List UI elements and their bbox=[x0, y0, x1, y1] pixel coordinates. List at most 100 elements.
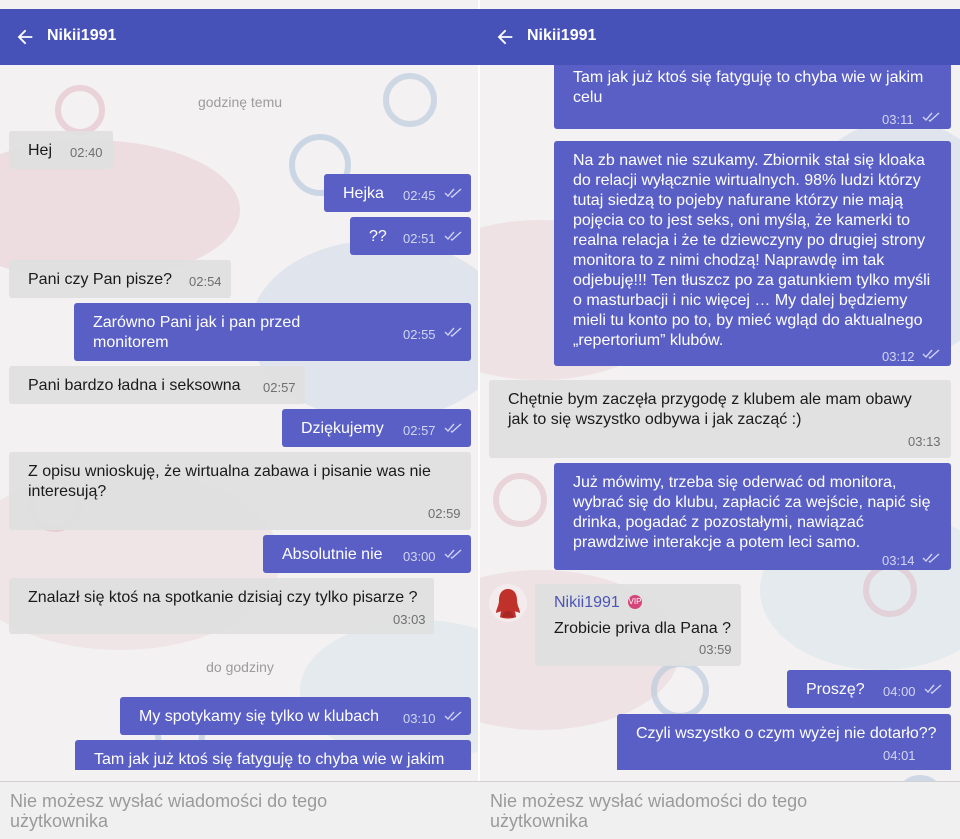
message-text: Proszę? bbox=[806, 681, 865, 698]
message-text: do relacji wyłącznie wirtualnych. 98% lu… bbox=[573, 172, 921, 189]
message-list[interactable]: Tam jak już ktoś się fatyguję to chyba w… bbox=[480, 65, 960, 770]
message-outgoing[interactable]: My spotykamy się tylko w klubach 03:10 bbox=[120, 697, 471, 735]
chat-header: Nikii1991 bbox=[480, 9, 960, 65]
message-time: 02:45 bbox=[403, 188, 436, 203]
message-time: 03:03 bbox=[393, 612, 426, 627]
message-time: 03:59 bbox=[699, 642, 732, 657]
double-check-icon bbox=[444, 711, 462, 721]
message-time: 03:00 bbox=[403, 549, 436, 564]
message-input-bar: Nie możesz wysłać wiadomości do tego uży… bbox=[0, 781, 480, 839]
message-text: Hej bbox=[28, 142, 53, 159]
message-time: 02:51 bbox=[403, 231, 436, 246]
message-list[interactable]: godzinę temu Hej 02:40 Hejka 02:45 ?? 02… bbox=[0, 65, 480, 770]
message-time: 02:40 bbox=[70, 145, 103, 160]
contact-name[interactable]: Nikii1991 bbox=[47, 27, 116, 45]
message-incoming[interactable]: Pani czy Pan pisze? 02:54 bbox=[9, 260, 231, 298]
message-text: realna relacja i że te dziewczyny po dru… bbox=[573, 232, 926, 249]
input-disabled-notice: Nie możesz wysłać wiadomości do tego uży… bbox=[490, 791, 870, 831]
message-outgoing[interactable]: Absolutnie nie 03:00 bbox=[263, 535, 471, 573]
message-time: 02:57 bbox=[403, 423, 436, 438]
message-text: Dziękujemy bbox=[301, 420, 384, 437]
arrow-left-icon[interactable] bbox=[14, 26, 36, 48]
double-check-icon bbox=[444, 188, 462, 198]
message-outgoing[interactable]: Tam jak już ktoś się fatyguję to chyba w… bbox=[554, 65, 951, 129]
message-text: Absolutnie nie bbox=[282, 546, 383, 563]
message-outgoing[interactable]: ?? 02:51 bbox=[350, 217, 471, 255]
message-text: Znalazł się ktoś na spotkanie dzisiaj cz… bbox=[28, 589, 418, 606]
message-text: Czyli wszystko o czym wyżej nie dotarło?… bbox=[636, 725, 937, 742]
message-incoming[interactable]: Pani bardzo ładna i seksowna 02:57 bbox=[9, 366, 305, 404]
message-text: Na zb nawet nie szukamy. Zbiornik stał s… bbox=[573, 152, 925, 169]
double-check-icon bbox=[924, 684, 942, 694]
message-time: 02:57 bbox=[263, 380, 296, 395]
message-text: Hejka bbox=[343, 185, 384, 202]
double-check-icon bbox=[444, 423, 462, 433]
message-text: odjebuję!!! Ten tłuszcz po za gatunkiem … bbox=[573, 272, 931, 289]
message-text: Chętnie bym zaczęła przygodę z klubem al… bbox=[508, 391, 912, 408]
message-outgoing[interactable]: Zarówno Pani jak i pan przed monitorem 0… bbox=[74, 303, 471, 361]
message-text: celu bbox=[573, 89, 603, 106]
message-text: Już mówimy, trzeba się oderwać od monito… bbox=[573, 474, 897, 491]
message-time: 04:01 bbox=[883, 748, 916, 763]
arrow-left-icon[interactable] bbox=[494, 26, 516, 48]
message-text: Pani bardzo ładna i seksowna bbox=[28, 377, 241, 394]
message-outgoing[interactable]: Dziękujemy 02:57 bbox=[282, 409, 471, 447]
message-outgoing[interactable]: Na zb nawet nie szukamy. Zbiornik stał s… bbox=[554, 141, 951, 366]
message-input-bar: Nie możesz wysłać wiadomości do tego uży… bbox=[480, 781, 960, 839]
message-text: jak to się wszystko odbywa i jak zacząć … bbox=[508, 411, 802, 428]
sender-name[interactable]: Nikii1991 bbox=[554, 593, 620, 613]
message-incoming[interactable]: Chętnie bym zaczęła przygodę z klubem al… bbox=[489, 380, 951, 458]
woman-silhouette-icon[interactable] bbox=[488, 583, 528, 623]
contact-name[interactable]: Nikii1991 bbox=[527, 27, 596, 45]
message-time: 03:10 bbox=[403, 711, 436, 726]
message-text: Zarówno Pani jak i pan przed bbox=[93, 314, 301, 331]
chat-panel-right: Nikii1991 Tam jak już ktoś się fatyguję … bbox=[480, 0, 960, 839]
message-time: 03:11 bbox=[882, 112, 914, 127]
message-text: wybrać się do klubu, zapłacić za wejście… bbox=[573, 494, 931, 511]
message-outgoing[interactable]: Tam jak już ktoś się fatyguję to chyba w… bbox=[75, 740, 471, 770]
notice-line: użytkownika bbox=[10, 811, 109, 831]
message-text: My spotykamy się tylko w klubach bbox=[139, 708, 380, 725]
message-text: Tam jak już ktoś się fatyguję to chyba w… bbox=[573, 69, 924, 86]
message-outgoing[interactable]: Czyli wszystko o czym wyżej nie dotarło?… bbox=[617, 714, 951, 770]
message-text: monitorem bbox=[93, 334, 169, 351]
message-text: pojęcia co to jest seks, oni myślą, że k… bbox=[573, 212, 911, 229]
message-incoming[interactable]: Hej 02:40 bbox=[9, 131, 113, 169]
message-text: mieli tu konto po to, by mieć wgląd do a… bbox=[573, 312, 923, 329]
message-text: drinka, pogadać z pozostałymi, nawiązać bbox=[573, 514, 864, 531]
notice-line: Nie możesz wysłać wiadomości do tego bbox=[10, 791, 328, 811]
input-disabled-notice: Nie możesz wysłać wiadomości do tego uży… bbox=[10, 791, 390, 831]
notice-line: Nie możesz wysłać wiadomości do tego bbox=[490, 791, 808, 811]
message-time: 03:13 bbox=[908, 434, 941, 449]
chat-panel-left: Nikii1991 godzinę temu Hej 02:40 Hejka 0… bbox=[0, 0, 480, 839]
message-text: monitora to z nimi chodzą! Naprawdę im t… bbox=[573, 252, 885, 269]
message-time: 02:54 bbox=[189, 274, 222, 289]
notice-line: użytkownika bbox=[490, 811, 589, 831]
message-time: 03:14 bbox=[882, 553, 915, 568]
message-text: „repertorium” klubów. bbox=[573, 332, 724, 349]
message-time: 02:55 bbox=[403, 327, 436, 342]
double-check-icon bbox=[444, 231, 462, 241]
message-time: 04:00 bbox=[883, 684, 916, 699]
message-text: Zrobicie priva dla Pana ? bbox=[554, 620, 731, 637]
message-outgoing[interactable]: Proszę? 04:00 bbox=[787, 670, 951, 708]
message-text: ?? bbox=[369, 228, 387, 245]
date-divider: godzinę temu bbox=[197, 94, 283, 110]
message-text: tutaj siedzą to pojeby nafurane którzy n… bbox=[573, 192, 903, 209]
message-text: Z opisu wnioskuję, że wirtualna zabawa i… bbox=[28, 463, 431, 480]
double-check-icon bbox=[922, 112, 940, 122]
double-check-icon bbox=[444, 549, 462, 559]
vip-badge-icon: VIP bbox=[628, 595, 642, 609]
message-time: 03:12 bbox=[882, 349, 915, 364]
message-outgoing[interactable]: Już mówimy, trzeba się oderwać od monito… bbox=[554, 463, 951, 570]
message-time: 02:59 bbox=[428, 506, 461, 521]
double-check-icon bbox=[444, 327, 462, 337]
double-check-icon bbox=[922, 349, 940, 359]
chat-header: Nikii1991 bbox=[0, 9, 480, 65]
message-text: interesują? bbox=[28, 483, 107, 500]
message-outgoing[interactable]: Hejka 02:45 bbox=[324, 174, 471, 212]
message-text: prawdziwe interakcje a potem leci samo. bbox=[573, 534, 861, 551]
message-incoming[interactable]: Znalazł się ktoś na spotkanie dzisiaj cz… bbox=[9, 578, 434, 634]
message-incoming[interactable]: Z opisu wnioskuję, że wirtualna zabawa i… bbox=[9, 452, 471, 530]
message-incoming[interactable]: Nikii1991 VIP Zrobicie priva dla Pana ? … bbox=[535, 584, 741, 666]
